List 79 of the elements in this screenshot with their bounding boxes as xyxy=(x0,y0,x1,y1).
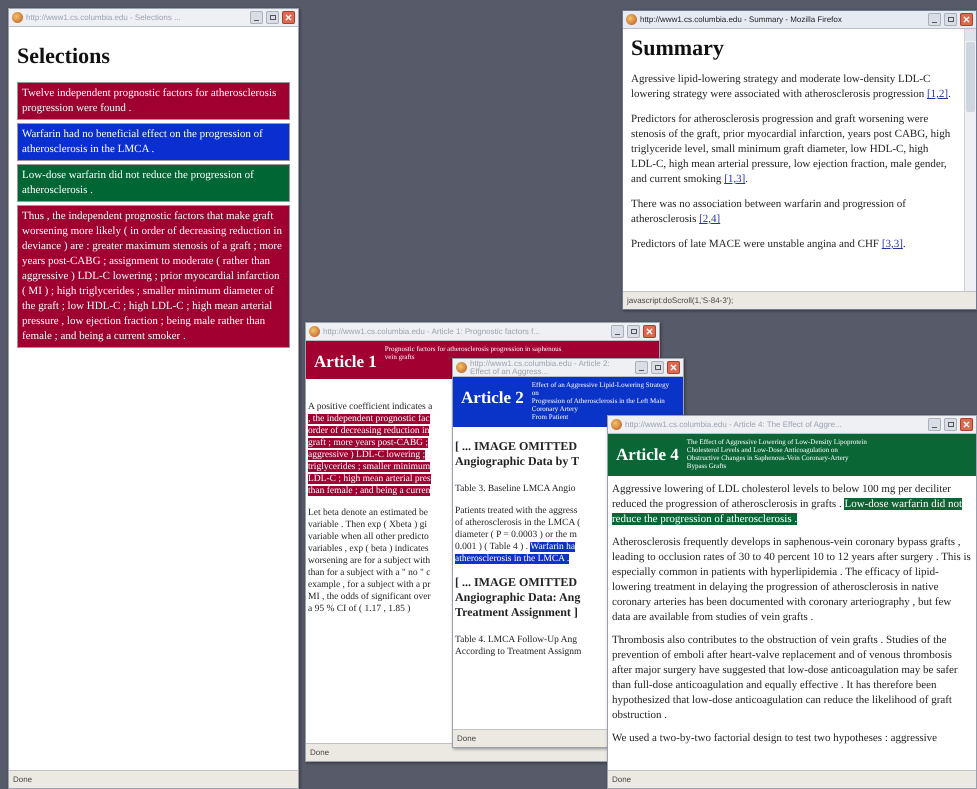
close-icon xyxy=(670,364,677,371)
text-line: Table 4. LMCA Follow-Up Ang xyxy=(455,634,578,646)
text-line: diameter ( P = 0.0003 ) or the m xyxy=(455,529,577,541)
article-label: Article 4 xyxy=(616,444,679,466)
summary-paragraph: Agressive lipid-lowering strategy and moderate low-density LDL-C lowering strategy were associated with atherosclerosis progression [1,2]. xyxy=(631,72,952,102)
text-line: Table 3. Baseline LMCA Angio xyxy=(455,483,576,495)
browser-icon xyxy=(611,419,622,430)
summary-paragraph: There was no association between warfarin and progression of atherosclerosis [2,4] xyxy=(631,197,907,227)
window-title: http://www1.cs.columbia.edu - Summary - Mozilla Firefox xyxy=(640,16,843,24)
status-text: Done xyxy=(612,774,632,786)
close-icon xyxy=(285,14,292,21)
section-heading-line: Angiographic Data: Ang xyxy=(455,590,580,605)
section-heading-line: Angiographic Data by T xyxy=(455,454,580,469)
text-line: MI , the odds of significant over xyxy=(308,591,431,603)
close-button[interactable] xyxy=(667,361,680,374)
selection-item[interactable]: Warfarin had no beneficial effect on the progression of atherosclerosis in the LMCA . xyxy=(17,123,290,161)
article-label: Article 2 xyxy=(461,387,524,409)
close-icon xyxy=(963,421,970,428)
browser-icon xyxy=(456,362,467,373)
maximize-button[interactable] xyxy=(651,361,664,374)
page-heading: Summary xyxy=(631,34,725,62)
text-line: variable when all other predicto xyxy=(308,531,429,543)
text-line: example , for a subject with a pr xyxy=(308,579,430,591)
scrollbar[interactable] xyxy=(964,29,976,291)
close-icon xyxy=(646,328,653,335)
minimize-button[interactable] xyxy=(611,325,624,338)
window-title: http://www1.cs.columbia.edu - Article 1: Prognostic factors f... xyxy=(323,328,541,336)
page-heading: Selections xyxy=(17,42,111,70)
summary-paragraph: Predictors of late MACE were unstable angina and CHF [3,3]. xyxy=(631,237,907,252)
text-line: A positive coefficient indicates a xyxy=(308,401,432,413)
text-line: Patients treated with the aggress xyxy=(455,505,578,517)
citation-link[interactable]: [1,2] xyxy=(927,88,948,100)
citation-link[interactable]: [1,3] xyxy=(724,173,746,185)
article-paragraph: Atherosclerosis frequently develops in saphenous-vein coronary bypass grafts , leading to occlusion rates of 30 to 40 percent 10 to 12 years after surgery . This is especially common in patients with hyperlipidemia . The efficacy of lipid-lowering treatment in delaying the progression of atherosclerosis in native coronary arteries has been documented with coronary arteriography , but few data are available from studies of vein grafts . xyxy=(612,535,972,625)
text-line: According to Treatment Assignm xyxy=(455,646,582,658)
selection-item[interactable]: Low-dose warfarin did not reduce the progression of atherosclerosis . xyxy=(17,164,290,202)
section-heading-line: [ ... IMAGE OMITTED xyxy=(455,439,578,454)
citation-link[interactable]: [3,3] xyxy=(882,238,903,250)
browser-icon xyxy=(309,326,320,337)
text-line: variable . Then exp ( Xbeta ) gi xyxy=(308,519,428,531)
minimize-button[interactable] xyxy=(928,418,941,431)
status-text: javascript:doScroll(1,'S-84-3'); xyxy=(627,294,734,306)
text-line: than for a subject with a " no " c xyxy=(308,567,431,579)
close-button[interactable] xyxy=(960,418,973,431)
text-line: worsening are for a subject with xyxy=(308,555,430,567)
status-text: Done xyxy=(457,732,476,744)
section-heading-line: Treatment Assignment ] xyxy=(455,605,578,620)
section-heading-line: [ ... IMAGE OMITTED xyxy=(455,575,578,590)
close-button[interactable] xyxy=(960,13,973,26)
browser-icon xyxy=(12,12,23,23)
minimize-button[interactable] xyxy=(928,13,941,26)
window-title: http://www1.cs.columbia.edu - Selections ... xyxy=(26,14,182,22)
text-line: We used a two-by-two factorial design to test two hypotheses : aggressive xyxy=(612,731,938,746)
text-line: 0.001 ) ( Table 4 ) . Warfarin ha xyxy=(455,541,576,553)
article-paragraph: Aggressive lowering of LDL cholesterol levels to below 100 mg per deciliter reduced the progression of atherosclerosis in grafts . Low-dose warfarin did not reduce the progression of atherosclerosis . xyxy=(612,482,964,527)
close-button[interactable] xyxy=(282,11,295,24)
status-text: Done xyxy=(13,774,32,786)
maximize-button[interactable] xyxy=(944,13,957,26)
selection-item[interactable]: Twelve independent prognostic factors for atherosclerosis progression were found . xyxy=(17,82,290,120)
article-label: Article 1 xyxy=(314,351,377,373)
close-icon xyxy=(963,16,970,23)
article-paragraph: Thrombosis also contributes to the obstruction of vein grafts . Studies of the prevention of emboli after heart-valve replacement and of venous thrombosis after major surgery have suggested that low-dose anticoagulation may be safer than full-dose anticoagulation and equally effective . It has therefore been hypothesized that low-dose anticoagulation can reduce the likelihood of graft obstruction . xyxy=(612,633,959,723)
maximize-button[interactable] xyxy=(944,418,957,431)
selection-item[interactable]: Thus , the independent prognostic factors that make graft worsening more likely ( in order of decreasing reduction in deviance ) are : greater maximum stenosis of a graft ; more years post-CABG ; assignment to moderate ( rather than aggressive ) LDL-C lowering ; prior myocardial infarction ( MI ) ; high triglycerides ; smaller minimum diameter of the graft ; low HDL-C ; high LDL-C ; high mean arterial pressure , low ejection fraction ; being male rather than female ; and being a current smoker . xyxy=(17,205,290,348)
text-line: variables , exp ( beta ) indicates xyxy=(308,543,429,555)
summary-paragraph: Predictors for atherosclerosis progression and graft worsening were stenosis of the graft, prior myocardial infarction, years post CABG, high triglyceride level, small minimum graft diameter, low HDL-C, high LDL-C, high mean arterial pressure, low ejection fraction, male gender, and current smoking [1,3]. xyxy=(631,112,952,187)
maximize-button[interactable] xyxy=(266,11,279,24)
text-line: a 95 % CI of ( 1.17 , 1.85 ) xyxy=(308,603,410,615)
minimize-button[interactable] xyxy=(250,11,263,24)
browser-icon xyxy=(626,14,637,25)
minimize-button[interactable] xyxy=(635,361,648,374)
status-text: Done xyxy=(310,746,330,758)
citation-link[interactable]: [2,4] xyxy=(699,213,720,225)
window-title: http://www1.cs.columbia.edu - Article 2: Effect of an Aggress... xyxy=(470,360,611,376)
text-line: Let beta denote an estimated be xyxy=(308,507,428,519)
close-button[interactable] xyxy=(643,325,656,338)
maximize-button[interactable] xyxy=(627,325,640,338)
window-title: http://www1.cs.columbia.edu - Article 4: The Effect of Aggre... xyxy=(625,420,843,428)
text-line: of atherosclerosis in the LMCA ( xyxy=(455,517,580,529)
